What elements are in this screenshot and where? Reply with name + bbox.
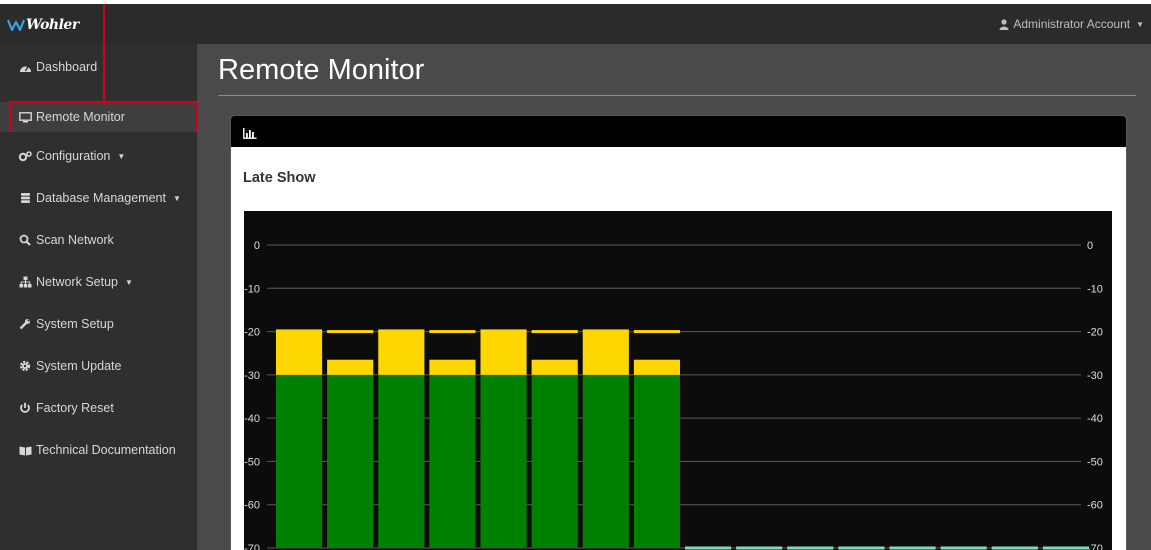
chevron-down-icon: ▼ (117, 151, 126, 161)
brand-logo[interactable]: Wohler (7, 15, 79, 35)
y-tick-label-left: -60 (244, 500, 260, 512)
book-icon (18, 444, 32, 456)
y-tick-label-right: -40 (1087, 413, 1103, 425)
sidebar-item-label: Technical Documentation (36, 443, 176, 457)
meter-bar-green (480, 374, 527, 548)
panel-header (231, 116, 1126, 147)
user-icon (999, 18, 1009, 30)
sidebar-item-configuration[interactable]: Configuration ▼ (0, 135, 197, 177)
title-divider (218, 95, 1136, 96)
meter-bar-yellow (276, 329, 323, 375)
sidebar-item-factory-reset[interactable]: Factory Reset (0, 387, 197, 429)
sidebar-item-label: System Setup (36, 317, 114, 331)
meter-peak-hold (429, 330, 476, 334)
annotation-pointer-line (103, 4, 105, 102)
meter-bar-idle (940, 546, 987, 550)
meter-bar-yellow (480, 329, 527, 375)
sidebar-item-database-management[interactable]: Database Management ▼ (0, 177, 197, 219)
cogs-icon (18, 150, 32, 162)
wohler-logo-icon (7, 19, 25, 32)
panel-subtitle: Late Show (243, 170, 316, 186)
sidebar-item-label: Configuration (36, 149, 111, 163)
y-tick-label-left: -10 (244, 283, 260, 295)
sidebar-item-label: Scan Network (36, 233, 114, 247)
sidebar-item-system-setup[interactable]: System Setup (0, 303, 197, 345)
meter-bar-idle (991, 546, 1038, 550)
y-tick-label-right: -50 (1087, 456, 1103, 468)
audio-meter-chart: 0 0 -10 -10 -20 -20 -30 -30 -40 -40 -50 -50 -60 -60 -7… (244, 240, 1103, 550)
sidebar-item-label: Factory Reset (36, 401, 114, 415)
meter-bar-yellow (582, 329, 629, 375)
meter-bar-green (429, 374, 476, 548)
meter-bar-idle (1042, 546, 1089, 550)
monitor-panel: Late Show 0 0 -10 -10 -20 -20 -30 -30 -40 -40 -50 -… (230, 115, 1127, 550)
bar-chart-icon[interactable] (243, 126, 257, 144)
sidebar-item-label: Database Management (36, 191, 166, 205)
meter-bar-green (633, 374, 680, 548)
meter-bar-green (378, 374, 425, 548)
sidebar-item-scan-network[interactable]: Scan Network (0, 219, 197, 261)
sidebar-item-label: Dashboard (36, 60, 98, 74)
search-icon (18, 234, 32, 246)
sidebar-item-system-update[interactable]: System Update (0, 345, 197, 387)
meter-bar-idle (736, 546, 783, 550)
y-tick-label-left: -30 (244, 370, 260, 382)
y-tick-label-right: -30 (1087, 370, 1103, 382)
y-tick-label-left: -20 (244, 327, 260, 339)
account-label: Administrator Account (1013, 17, 1131, 31)
meter-bar-yellow (429, 359, 476, 375)
top-navbar: Wohler Administrator Account ▼ (0, 4, 1151, 44)
y-tick-label-right: -20 (1087, 327, 1103, 339)
meter-bar-idle (787, 546, 834, 550)
meter-bar-idle (838, 546, 885, 550)
meter-bar-green (276, 374, 323, 548)
dashboard-icon (18, 61, 32, 73)
sidebar-item-label: Network Setup (36, 275, 118, 289)
power-icon (18, 402, 32, 414)
sidebar-item-technical-documentation[interactable]: Technical Documentation (0, 429, 197, 471)
meter-bar-yellow (327, 359, 374, 375)
gear-icon (18, 360, 32, 372)
meter-bar-yellow (378, 329, 425, 375)
y-tick-label-right: -70 (1087, 543, 1103, 550)
database-icon (18, 192, 32, 204)
sitemap-icon (18, 276, 32, 288)
sidebar-item-dashboard[interactable]: Dashboard (0, 46, 197, 88)
chevron-down-icon: ▼ (172, 193, 181, 203)
y-tick-label-right: 0 (1087, 240, 1093, 252)
y-tick-label-left: 0 (254, 240, 260, 252)
brand-name: Wohler (26, 17, 79, 33)
page-title: Remote Monitor (218, 54, 425, 86)
y-tick-label-left: -70 (244, 543, 260, 550)
sidebar-item-network-setup[interactable]: Network Setup ▼ (0, 261, 197, 303)
meter-bar-green (582, 374, 629, 548)
chevron-down-icon: ▼ (124, 277, 133, 287)
app-window: Wohler Administrator Account ▼ Dashboard… (0, 4, 1151, 550)
account-menu[interactable]: Administrator Account ▼ (999, 17, 1144, 31)
meter-peak-hold (327, 330, 374, 334)
wrench-icon (18, 318, 32, 330)
meter-bar-yellow (531, 359, 578, 375)
annotation-highlight-box (9, 101, 198, 132)
meter-peak-hold (531, 330, 578, 334)
y-tick-label-left: -50 (244, 456, 260, 468)
audio-meter: 0 0 -10 -10 -20 -20 -30 -30 -40 -40 -50 -50 -60 -60 -7… (244, 211, 1112, 550)
meter-bar-green (531, 374, 578, 548)
main-content: Remote Monitor Late Show 0 0 -10 -10 -20 -20 -… (197, 44, 1151, 550)
y-tick-label-right: -10 (1087, 283, 1103, 295)
meter-bar-yellow (633, 359, 680, 375)
meter-bar-idle (685, 546, 732, 550)
meter-bar-green (327, 374, 374, 548)
meter-bar-idle (889, 546, 936, 550)
sidebar-item-label: System Update (36, 359, 122, 373)
meter-peak-hold (633, 330, 680, 334)
chevron-down-icon: ▼ (1136, 19, 1144, 29)
y-tick-label-left: -40 (244, 413, 260, 425)
y-tick-label-right: -60 (1087, 500, 1103, 512)
